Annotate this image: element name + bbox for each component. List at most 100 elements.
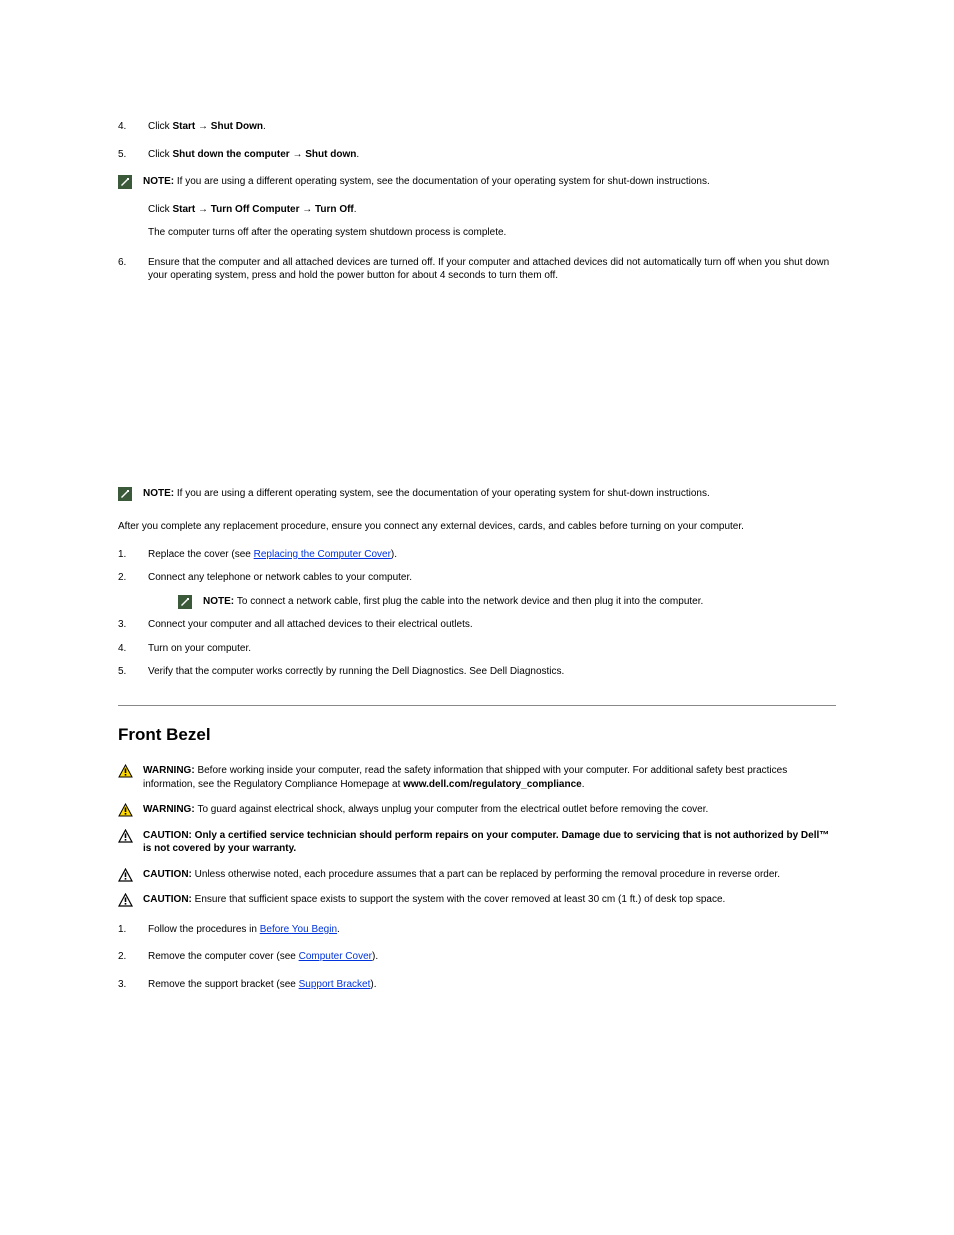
- warning-block: WARNING: To guard against electrical sho…: [118, 803, 836, 817]
- caution-icon: [118, 829, 133, 843]
- text: ).: [372, 951, 378, 962]
- section-divider: [118, 705, 836, 706]
- step-body: Verify that the computer works correctly…: [148, 665, 836, 679]
- text: Follow the procedures in: [148, 924, 260, 935]
- text: Remove the computer cover (see: [148, 951, 299, 962]
- caution-block: CAUTION: Unless otherwise noted, each pr…: [118, 868, 836, 882]
- caution-label: CAUTION:: [143, 869, 195, 880]
- step-body: Connect your computer and all attached d…: [148, 618, 836, 632]
- step-body: Remove the support bracket (see Support …: [148, 978, 836, 992]
- aw-step-3: 3. Connect your computer and all attache…: [118, 618, 836, 632]
- arrow-icon: →: [300, 204, 313, 215]
- caution-label: CAUTION:: [143, 830, 195, 841]
- link-replacing-cover[interactable]: Replacing the Computer Cover: [254, 549, 391, 560]
- arrow-icon: →: [198, 204, 208, 215]
- text: ).: [391, 549, 397, 560]
- arrow-icon: →: [292, 149, 302, 160]
- caution-block: CAUTION: Ensure that sufficient space ex…: [118, 893, 836, 907]
- warning-text: To guard against electrical shock, alway…: [197, 804, 708, 815]
- front-bezel-steps: 1. Follow the procedures in Before You B…: [118, 923, 836, 992]
- caution-icon: [118, 893, 133, 907]
- step-body: Turn on your computer.: [148, 642, 836, 656]
- text: .: [354, 204, 357, 215]
- warning-label: WARNING:: [143, 765, 197, 776]
- text: .: [337, 924, 340, 935]
- aw-step-2: 2. Connect any telephone or network cabl…: [118, 571, 836, 608]
- step-number: 2.: [118, 950, 126, 964]
- step-body: Click Start → Turn Off Computer → Turn O…: [148, 203, 836, 240]
- procedure-list-top-cont: Click Start → Turn Off Computer → Turn O…: [118, 203, 836, 283]
- step-body: Click Shut down the computer → Shut down…: [148, 148, 836, 162]
- step-body: Remove the computer cover (see Computer …: [148, 950, 836, 964]
- text: Replace the cover (see: [148, 549, 254, 560]
- caution-bold-text: Only a certified service technician shou…: [143, 830, 829, 855]
- step-body: Ensure that the computer and all attache…: [148, 256, 836, 283]
- text: .: [263, 121, 266, 132]
- step-4: 4. Click Start → Shut Down.: [118, 120, 836, 134]
- note-body: NOTE: If you are using a different opera…: [143, 175, 836, 189]
- bz-step-2: 2. Remove the computer cover (see Comput…: [118, 950, 836, 964]
- step-body: Follow the procedures in Before You Begi…: [148, 923, 836, 937]
- note-block: NOTE: If you are using a different opera…: [118, 175, 836, 189]
- note-label: NOTE:: [203, 596, 237, 607]
- note-pencil-icon: [118, 175, 132, 189]
- note-pencil-icon: [118, 487, 132, 501]
- caution-block: CAUTION: Only a certified service techni…: [118, 829, 836, 856]
- bold: Start: [172, 204, 198, 215]
- note-text: If you are using a different operating s…: [177, 176, 710, 187]
- step-number: 4.: [118, 120, 126, 134]
- caution-body: CAUTION: Only a certified service techni…: [143, 829, 836, 856]
- bold: Shut down: [302, 149, 356, 160]
- aw-step-1: 1. Replace the cover (see Replacing the …: [118, 548, 836, 562]
- procedure-list-top: 4. Click Start → Shut Down. 5. Click Shu…: [118, 120, 836, 161]
- link-computer-cover[interactable]: Computer Cover: [299, 951, 372, 962]
- step-number: 1.: [118, 923, 126, 937]
- bold: Shut down the computer: [172, 149, 289, 160]
- text: Click: [148, 204, 172, 215]
- warning-body: WARNING: Before working inside your comp…: [143, 764, 836, 791]
- link-support-bracket[interactable]: Support Bracket: [299, 979, 371, 990]
- regulatory-link[interactable]: www.dell.com/regulatory_compliance: [403, 779, 582, 790]
- note-text: To connect a network cable, first plug t…: [237, 596, 703, 607]
- heading-front-bezel: Front Bezel: [118, 724, 836, 747]
- text: Remove the support bracket (see: [148, 979, 299, 990]
- text: Click: [148, 121, 172, 132]
- step-body: Click Start → Shut Down.: [148, 120, 836, 134]
- step-body: Replace the cover (see Replacing the Com…: [148, 548, 836, 562]
- caution-icon: [118, 868, 133, 882]
- text: The computer turns off after the operati…: [148, 227, 506, 238]
- warning-icon: [118, 764, 133, 778]
- note-text: If you are using a different operating s…: [177, 488, 710, 499]
- note-label: NOTE:: [143, 488, 177, 499]
- note-pencil-icon: [178, 595, 192, 609]
- caution-body: CAUTION: Ensure that sufficient space ex…: [143, 893, 836, 907]
- bold: Shut Down: [208, 121, 263, 132]
- step-number: 6.: [118, 256, 126, 270]
- step-body: Connect any telephone or network cables …: [148, 571, 836, 608]
- note-body: NOTE: If you are using a different opera…: [143, 487, 836, 501]
- bz-step-3: 3. Remove the support bracket (see Suppo…: [118, 978, 836, 992]
- step-5b: Click Start → Turn Off Computer → Turn O…: [118, 203, 836, 240]
- bold: Turn Off: [312, 204, 353, 215]
- step-number: 5.: [118, 665, 126, 679]
- caution-label: CAUTION:: [143, 894, 195, 905]
- step-number: 1.: [118, 548, 126, 562]
- caution-text: Ensure that sufficient space exists to s…: [195, 894, 726, 905]
- bold: Start: [172, 121, 198, 132]
- step-number: 2.: [118, 571, 126, 585]
- step-number: 4.: [118, 642, 126, 656]
- step-number: 3.: [118, 618, 126, 632]
- step-number: 5.: [118, 148, 126, 162]
- caution-text: Unless otherwise noted, each procedure a…: [195, 869, 780, 880]
- warning-block: WARNING: Before working inside your comp…: [118, 764, 836, 791]
- after-working-intro: After you complete any replacement proce…: [118, 520, 836, 534]
- link-before-you-begin[interactable]: Before You Begin: [260, 924, 337, 935]
- text: .: [356, 149, 359, 160]
- note-block: NOTE: To connect a network cable, first …: [178, 595, 836, 609]
- text: .: [582, 779, 585, 790]
- bz-step-1: 1. Follow the procedures in Before You B…: [118, 923, 836, 937]
- aw-step-5: 5. Verify that the computer works correc…: [118, 665, 836, 679]
- text: Click: [148, 149, 172, 160]
- warning-label: WARNING:: [143, 804, 197, 815]
- warning-body: WARNING: To guard against electrical sho…: [143, 803, 836, 817]
